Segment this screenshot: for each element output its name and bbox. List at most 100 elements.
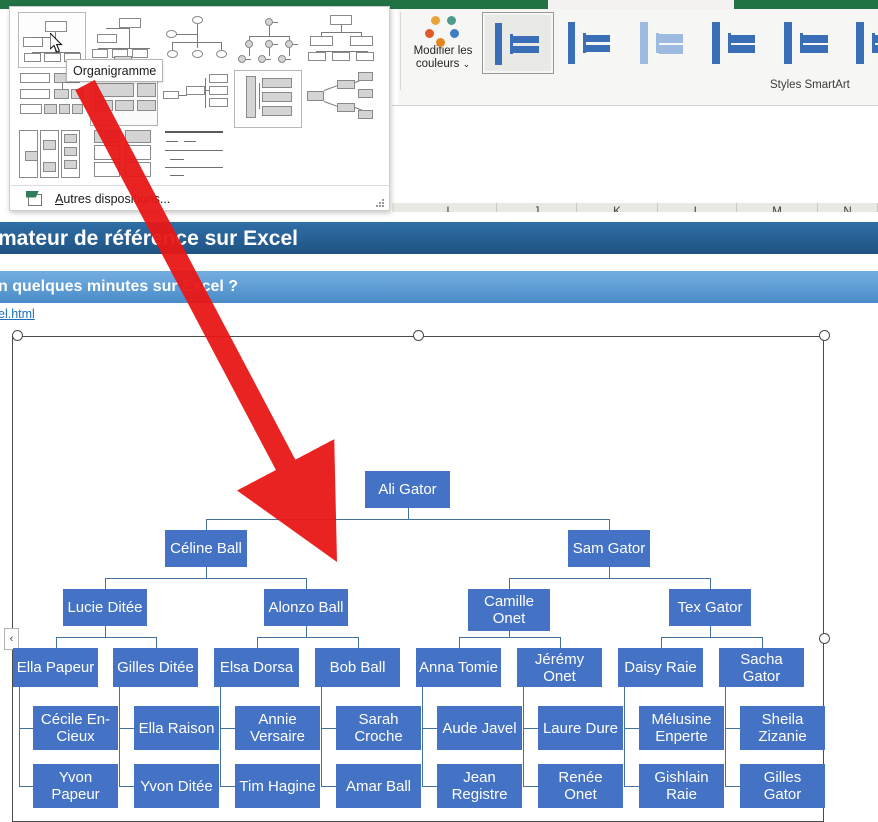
org-node-laure-dure[interactable]: Laure Dure <box>538 706 623 750</box>
org-node-m-lusine-enperte[interactable]: Mélusine Enperte <box>639 706 724 750</box>
connector-bus <box>458 637 561 638</box>
layout-thumb-8[interactable] <box>162 70 230 126</box>
connector-drop <box>256 637 258 648</box>
connector-drop <box>761 637 763 648</box>
smartart-style-1[interactable] <box>482 12 554 74</box>
org-node-jean-registre[interactable]: Jean Registre <box>437 764 522 808</box>
mouse-cursor-icon <box>49 31 64 54</box>
smartart-style-5[interactable] <box>770 12 842 74</box>
resize-handle-top-center[interactable] <box>413 330 424 341</box>
connector-stem <box>422 687 423 786</box>
connector-branch <box>624 786 639 787</box>
connector-bus <box>509 578 711 579</box>
org-node-yvon-dit-e[interactable]: Yvon Ditée <box>134 764 219 808</box>
page-link[interactable]: el.html <box>0 307 35 321</box>
connector-branch <box>119 786 134 787</box>
ribbon-group-divider <box>400 12 401 90</box>
org-node-ella-raison[interactable]: Ella Raison <box>134 706 219 750</box>
layout-thumb-14 <box>234 128 302 184</box>
connector-drop <box>559 637 561 648</box>
smartart-style-4[interactable] <box>698 12 770 74</box>
connector-bus <box>660 637 763 638</box>
org-node-sheila-zizanie[interactable]: Sheila Zizanie <box>740 706 825 750</box>
org-node-daisy-raie[interactable]: Daisy Raie <box>618 648 703 687</box>
org-node-sarah-croche[interactable]: Sarah Croche <box>336 706 421 750</box>
org-node-anna-tomie[interactable]: Anna Tomie <box>416 648 501 687</box>
connector-branch <box>321 786 336 787</box>
smartart-style-2[interactable] <box>554 12 626 74</box>
connector-stem <box>710 626 711 637</box>
color-palette-icon <box>419 15 467 47</box>
change-colors-label-line2: couleurs ⌄ <box>415 58 471 70</box>
layout-gallery-grid <box>18 12 382 184</box>
layout-thumb-13[interactable] <box>162 128 230 184</box>
org-node-gishlain-raie[interactable]: Gishlain Raie <box>639 764 724 808</box>
layout-thumb-11[interactable] <box>18 128 86 184</box>
layout-gallery-dropdown[interactable]: Autres dispositions... <box>9 6 390 211</box>
connector-bus <box>206 519 610 520</box>
smartart-style-3[interactable] <box>626 12 698 74</box>
org-node-sam-gator[interactable]: Sam Gator <box>568 530 650 567</box>
org-node-yvon-papeur[interactable]: Yvon Papeur <box>33 764 118 808</box>
connector-drop <box>509 578 510 589</box>
org-node-amar-ball[interactable]: Amar Ball <box>336 764 421 808</box>
org-node-ren-e-onet[interactable]: Renée Onet <box>538 764 623 808</box>
more-layouts-item[interactable]: Autres dispositions... <box>11 186 390 211</box>
org-node-tex-gator[interactable]: Tex Gator <box>669 589 751 626</box>
chevron-down-icon: ⌄ <box>462 59 471 69</box>
more-layouts-label: Autres dispositions... <box>55 191 171 206</box>
connector-stem <box>624 687 625 786</box>
org-node-elsa-dorsa[interactable]: Elsa Dorsa <box>214 648 299 687</box>
connector-stem <box>19 687 20 786</box>
smartart-style-6[interactable] <box>842 12 878 74</box>
connector-stem <box>321 687 322 786</box>
org-node-annie-versaire[interactable]: Annie Versaire <box>235 706 320 750</box>
org-node-gilles-gator[interactable]: Gilles Gator <box>740 764 825 808</box>
org-node-sacha-gator[interactable]: Sacha Gator <box>719 648 804 687</box>
org-node-tim-hagine[interactable]: Tim Hagine <box>235 764 320 808</box>
smartart-text-pane-toggle[interactable]: ‹ <box>4 628 19 650</box>
layout-thumb-12[interactable] <box>90 128 158 184</box>
page-title: mateur de référence sur Excel <box>0 227 298 250</box>
connector-drop <box>55 637 57 648</box>
org-node-ella-papeur[interactable]: Ella Papeur <box>13 648 98 687</box>
layout-thumb-10[interactable] <box>306 70 374 126</box>
org-node-c-cile-en-cieux[interactable]: Cécile En-Cieux <box>33 706 118 750</box>
resize-handle-middle-right[interactable] <box>819 633 830 644</box>
connector-stem <box>206 567 207 578</box>
connector-drop <box>458 637 460 648</box>
layout-thumb-5[interactable] <box>306 12 374 68</box>
change-colors-button[interactable]: Modifier les couleurs ⌄ <box>404 12 482 90</box>
worksheet-blank-area <box>392 105 878 203</box>
connector-drop <box>710 578 711 589</box>
org-node-j-r-my-onet[interactable]: Jérémy Onet <box>517 648 602 687</box>
connector-branch <box>523 786 538 787</box>
layout-thumb-9[interactable] <box>234 70 302 128</box>
org-node-camille-onet[interactable]: Camille Onet <box>468 589 550 631</box>
org-node-alonzo-ball[interactable]: Alonzo Ball <box>264 589 348 626</box>
resize-handle-top-left[interactable] <box>12 330 23 341</box>
connector-bus <box>256 637 359 638</box>
org-node-c-line-ball[interactable]: Céline Ball <box>165 530 247 567</box>
page-title-banner: mateur de référence sur Excel <box>0 222 878 254</box>
connector-drop <box>105 578 106 589</box>
org-node-bob-ball[interactable]: Bob Ball <box>315 648 400 687</box>
smartart-style-gallery[interactable] <box>482 12 878 74</box>
connector-branch <box>119 728 134 729</box>
dropdown-resize-grip[interactable] <box>376 199 384 207</box>
layout-thumb-4[interactable] <box>234 12 302 68</box>
org-node-aude-javel[interactable]: Aude Javel <box>437 706 522 750</box>
org-node-gilles-dit-e[interactable]: Gilles Ditée <box>113 648 198 687</box>
smartart-styles-group-label: Styles SmartArt <box>770 79 850 91</box>
org-node-lucie-dit-e[interactable]: Lucie Ditée <box>63 589 147 626</box>
org-node-ali-gator[interactable]: Ali Gator <box>365 471 450 508</box>
ribbon-active-tab[interactable] <box>548 0 734 9</box>
connector-branch <box>725 728 740 729</box>
connector-drop <box>155 637 157 648</box>
connector-branch <box>725 786 740 787</box>
resize-handle-top-right[interactable] <box>819 330 830 341</box>
page-subtitle: n quelques minutes sur Excel ? <box>0 278 239 295</box>
more-layouts-icon <box>26 190 46 207</box>
connector-branch <box>523 728 538 729</box>
layout-thumb-3[interactable] <box>162 12 230 68</box>
